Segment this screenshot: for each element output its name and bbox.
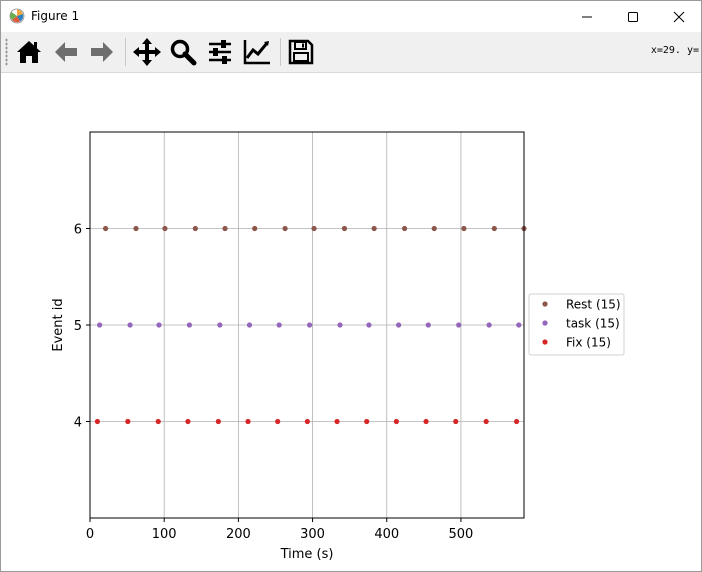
back-button[interactable] bbox=[49, 35, 83, 69]
zoom-button[interactable] bbox=[166, 35, 200, 69]
data-point bbox=[282, 225, 288, 232]
data-point bbox=[94, 418, 101, 425]
data-point bbox=[453, 418, 459, 425]
data-point bbox=[483, 418, 489, 425]
data-point bbox=[423, 418, 429, 425]
legend: Rest (15) task (15) Fix (15) bbox=[528, 293, 625, 356]
data-point bbox=[245, 418, 251, 425]
data-point bbox=[155, 418, 161, 425]
save-icon bbox=[288, 39, 314, 65]
data-point bbox=[364, 418, 370, 425]
subplots-config-icon bbox=[209, 40, 231, 64]
data-point bbox=[186, 322, 193, 328]
data-point bbox=[393, 418, 399, 425]
data-point bbox=[217, 322, 223, 328]
home-button[interactable] bbox=[12, 35, 46, 69]
y-tick-label: 4 bbox=[74, 416, 82, 431]
toolbar-grip[interactable] bbox=[5, 38, 8, 66]
x-tick-label: 300 bbox=[300, 527, 325, 542]
pan-icon bbox=[133, 38, 161, 66]
legend-label: Fix (15) bbox=[566, 336, 611, 350]
figure-canvas[interactable]: 0 100 200 300 400 500 4 5 6 Time (s) Event id Re… bbox=[1, 73, 701, 571]
data-point bbox=[222, 225, 228, 232]
data-point bbox=[341, 225, 348, 232]
data-point bbox=[431, 225, 437, 232]
legend-label: task (15) bbox=[566, 317, 620, 331]
customize-button[interactable] bbox=[240, 35, 274, 69]
legend-marker bbox=[542, 339, 548, 345]
data-point bbox=[306, 322, 313, 328]
data-point bbox=[246, 322, 253, 328]
data-point bbox=[125, 418, 131, 425]
data-point bbox=[252, 225, 258, 232]
data-point bbox=[486, 322, 492, 328]
data-point bbox=[102, 225, 109, 232]
matplotlib-app-icon bbox=[9, 8, 25, 24]
data-point bbox=[276, 322, 282, 328]
data-point bbox=[97, 322, 103, 328]
data-point bbox=[513, 418, 520, 425]
toolbar-separator bbox=[125, 38, 126, 66]
data-point bbox=[461, 225, 467, 232]
data-point bbox=[516, 322, 522, 328]
x-tick-label: 400 bbox=[374, 527, 399, 542]
x-axis-label: Time (s) bbox=[280, 547, 334, 562]
forward-button[interactable] bbox=[85, 35, 119, 69]
data-point bbox=[215, 418, 221, 425]
zoom-icon bbox=[170, 39, 197, 66]
axes-edit-icon bbox=[243, 40, 270, 65]
data-point bbox=[311, 225, 317, 232]
close-icon bbox=[673, 11, 685, 22]
data-point bbox=[334, 418, 340, 425]
data-point bbox=[425, 322, 431, 328]
back-arrow-icon bbox=[55, 42, 77, 62]
legend-label: Rest (15) bbox=[566, 298, 621, 312]
legend-marker bbox=[542, 301, 548, 307]
y-tick-label: 5 bbox=[74, 319, 82, 334]
x-tick-label: 200 bbox=[226, 527, 251, 542]
forward-arrow-icon bbox=[91, 42, 113, 62]
window-title: Figure 1 bbox=[31, 9, 80, 23]
data-point bbox=[127, 322, 133, 328]
legend-marker bbox=[542, 320, 548, 326]
data-point bbox=[456, 322, 462, 328]
axis-ticks: 0 100 200 300 400 500 4 5 6 bbox=[74, 223, 474, 543]
minimize-button[interactable] bbox=[564, 1, 610, 32]
y-axis-label: Event id bbox=[51, 298, 66, 351]
data-point bbox=[401, 225, 408, 232]
title-bar[interactable]: Figure 1 bbox=[1, 1, 701, 32]
x-tick-label: 500 bbox=[449, 527, 474, 542]
data-point bbox=[162, 225, 168, 232]
pan-button[interactable] bbox=[130, 35, 164, 69]
subplots-button[interactable] bbox=[203, 35, 237, 69]
close-button[interactable] bbox=[656, 1, 701, 32]
data-point bbox=[491, 225, 497, 232]
data-point bbox=[133, 225, 139, 232]
data-point bbox=[156, 322, 162, 328]
y-tick-label: 6 bbox=[74, 223, 82, 238]
navigation-toolbar bbox=[1, 32, 701, 73]
minimize-icon bbox=[582, 16, 592, 17]
data-point bbox=[275, 418, 281, 425]
toolbar-separator bbox=[280, 38, 281, 66]
data-point bbox=[337, 322, 343, 328]
data-point bbox=[366, 322, 372, 328]
scatter-chart[interactable]: 0 100 200 300 400 500 4 5 6 Time (s) Event id Re… bbox=[1, 73, 701, 571]
data-point bbox=[396, 322, 402, 328]
data-point bbox=[185, 418, 191, 425]
save-button[interactable] bbox=[284, 35, 318, 69]
data-point bbox=[371, 225, 377, 232]
figure-window: Figure 1 x=29. y= 0 100 200 300 400 500 … bbox=[0, 0, 702, 572]
maximize-icon bbox=[628, 11, 638, 22]
x-tick-label: 100 bbox=[152, 527, 177, 542]
cursor-coordinates: x=29. y= bbox=[650, 45, 699, 56]
maximize-button[interactable] bbox=[610, 1, 656, 32]
data-point bbox=[192, 225, 198, 232]
x-tick-label: 0 bbox=[86, 527, 94, 542]
data-point bbox=[304, 418, 310, 425]
home-icon bbox=[17, 41, 41, 63]
